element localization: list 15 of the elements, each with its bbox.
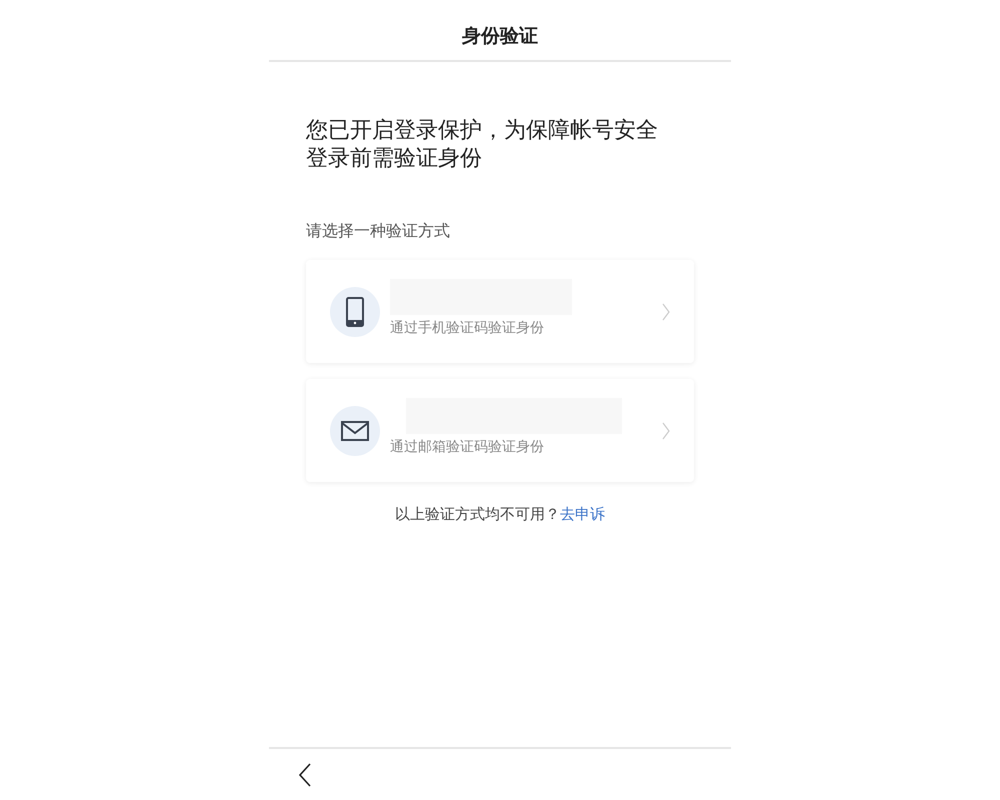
page-title: 身份验证	[462, 24, 538, 49]
verification-option[interactable]: 通过邮箱验证码验证身份	[306, 379, 694, 482]
verification-option[interactable]: 通过手机验证码验证身份	[306, 260, 694, 363]
option-description: 通过手机验证码验证身份	[390, 318, 544, 337]
option-description: 通过邮箱验证码验证身份	[390, 437, 544, 456]
footer-text: 以上验证方式均不可用？	[395, 505, 560, 525]
prompt-text: 请选择一种验证方式	[306, 222, 450, 242]
phone-icon	[346, 296, 364, 326]
back-icon[interactable]	[299, 762, 311, 786]
appeal-link[interactable]: 去申诉	[560, 504, 605, 526]
mail-icon	[341, 420, 369, 440]
chevron-right-icon	[662, 422, 670, 440]
intro-text: 您已开启登录保护，为保障帐号安全	[306, 116, 658, 144]
intro-text: 登录前需验证身份	[306, 144, 482, 172]
chevron-right-icon	[662, 302, 670, 320]
